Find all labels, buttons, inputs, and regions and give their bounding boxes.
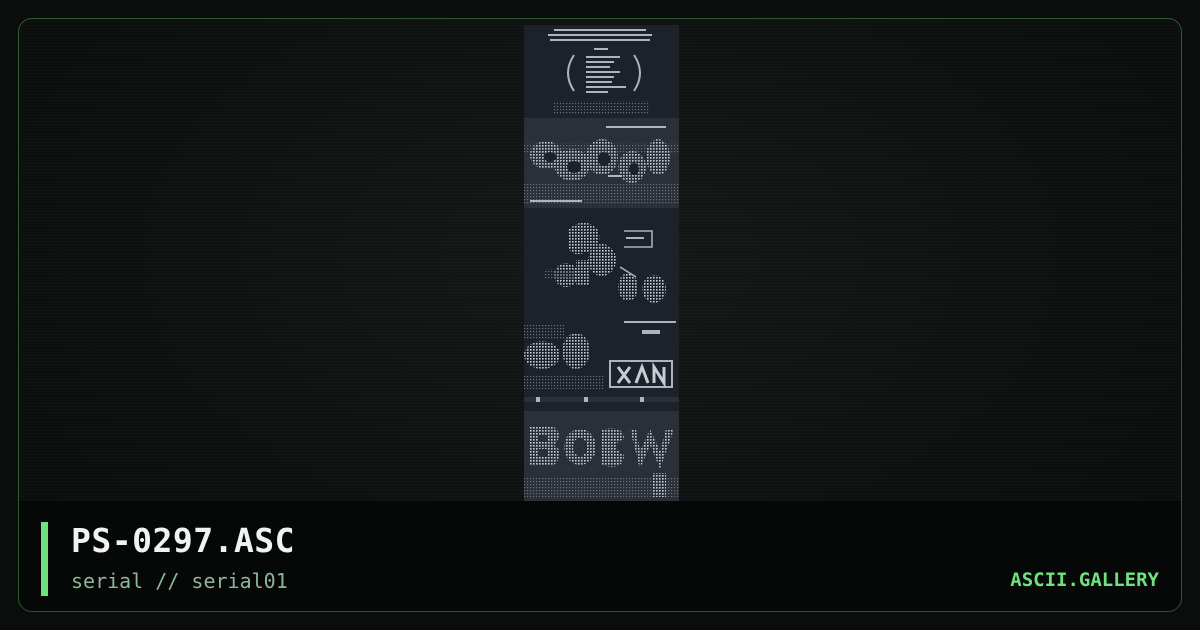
brand-name: ASCII.GALLERY — [1010, 569, 1159, 591]
artwork-title: PS-0297.ASC — [71, 521, 296, 560]
accent-bar — [41, 522, 48, 596]
footer-bar: PS-0297.ASC serial // serial01 ASCII.GAL… — [19, 501, 1181, 611]
ascii-art-preview — [524, 25, 679, 507]
share-card: PS-0297.ASC serial // serial01 ASCII.GAL… — [18, 18, 1182, 612]
artwork-subtitle: serial // serial01 — [71, 569, 288, 593]
